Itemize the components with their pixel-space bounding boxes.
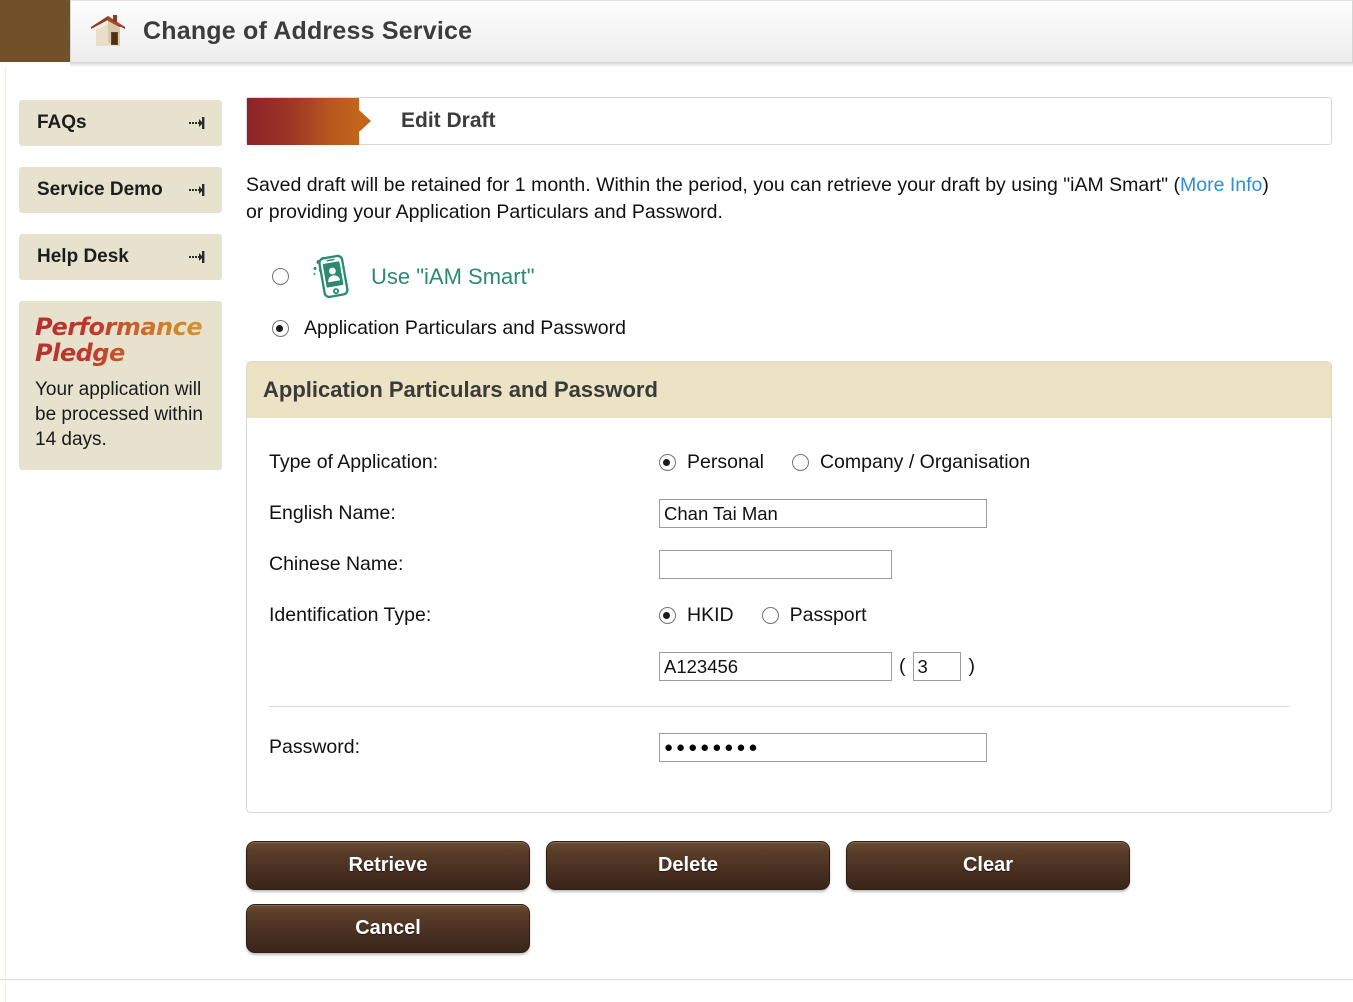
retrieval-option-label: Application Particulars and Password	[304, 317, 626, 340]
option-label: Personal	[687, 451, 764, 474]
pledge-title-line-1: Performance	[35, 313, 203, 341]
type-of-application-value: Personal Company / Organisation	[659, 451, 1058, 474]
radio-company-organisation[interactable]	[791, 454, 809, 472]
header-brand-block	[0, 0, 70, 62]
expand-arrow-icon	[188, 248, 208, 266]
pledge-title-line-2: Pledge	[35, 338, 125, 367]
option-hkid[interactable]: HKID	[659, 604, 734, 627]
password-label: Password:	[269, 736, 361, 759]
radio-hkid[interactable]	[659, 607, 676, 625]
radio-app-particulars[interactable]	[272, 320, 289, 338]
main-content: Edit Draft Saved draft will be retained …	[246, 97, 1332, 953]
performance-pledge-title: Performance Pledge	[35, 315, 206, 367]
panel-header: Application Particulars and Password	[247, 361, 1331, 418]
panel-title: Application Particulars and Password	[263, 376, 658, 402]
field-row-identification-type: Identification Type: HKID Passport	[269, 595, 1309, 637]
id-check-digit-input[interactable]	[912, 652, 961, 682]
option-label: HKID	[687, 604, 734, 627]
option-label: Company / Organisation	[819, 451, 1031, 474]
clear-button[interactable]: Clear	[846, 840, 1130, 890]
retrieve-button[interactable]: Retrieve	[246, 840, 530, 890]
page-title: Edit Draft	[401, 109, 496, 132]
radio-iam-smart[interactable]	[272, 268, 289, 286]
option-passport[interactable]: Passport	[761, 604, 867, 627]
retrieval-option-app-particulars[interactable]: Application Particulars and Password	[246, 312, 1332, 346]
field-row-chinese-name: Chinese Name:	[269, 544, 1309, 586]
header-title-bar: Change of Address Service	[70, 0, 1353, 62]
more-info-link[interactable]: More Info	[1180, 174, 1262, 196]
retrieval-option-label: Use "iAM Smart"	[371, 263, 535, 289]
chinese-name-input[interactable]	[659, 550, 892, 580]
sidebar-item-label: FAQs	[37, 112, 87, 133]
action-button-row-primary: Retrieve Delete Clear	[246, 840, 1332, 890]
type-of-application-label: Type of Application:	[269, 451, 439, 474]
option-personal[interactable]: Personal	[659, 451, 764, 474]
app-header: Change of Address Service	[0, 0, 1353, 62]
panel-body: Type of Application: Personal Company / …	[247, 418, 1331, 812]
option-label: Passport	[789, 604, 867, 627]
sidebar-item-label: Help Desk	[37, 246, 129, 267]
chinese-name-label: Chinese Name:	[269, 553, 404, 576]
paren-close: )	[968, 655, 976, 678]
identification-type-value: HKID Passport	[659, 604, 895, 627]
paren-open: (	[899, 655, 906, 678]
performance-pledge-text: Your application will be processed withi…	[35, 378, 203, 450]
radio-personal[interactable]	[659, 454, 676, 472]
password-input[interactable]: ●●●●●●●●	[659, 733, 987, 763]
app-title: Change of Address Service	[143, 17, 473, 45]
section-divider	[269, 705, 1289, 707]
delete-button[interactable]: Delete	[546, 840, 830, 890]
performance-pledge-box: Performance Pledge Your application will…	[19, 301, 222, 471]
radio-passport[interactable]	[761, 607, 779, 625]
id-number-input[interactable]	[659, 652, 892, 682]
intro-paragraph: Saved draft will be retained for 1 month…	[246, 172, 1286, 226]
english-name-label: English Name:	[269, 502, 396, 525]
field-row-type-of-application: Type of Application: Personal Company / …	[269, 442, 1309, 484]
sidebar-item-label: Service Demo	[37, 179, 163, 200]
expand-arrow-icon	[188, 181, 208, 199]
sidebar: FAQs Service Demo Help Desk Performance …	[19, 100, 222, 471]
identification-type-label: Identification Type:	[269, 604, 432, 627]
page-body: FAQs Service Demo Help Desk Performance …	[0, 67, 1353, 1002]
banner-flag-decoration	[247, 98, 371, 145]
action-button-row-secondary: Cancel	[246, 903, 1332, 953]
english-name-input[interactable]	[659, 499, 987, 529]
option-company-organisation[interactable]: Company / Organisation	[791, 451, 1031, 474]
cancel-button[interactable]: Cancel	[246, 903, 530, 953]
application-particulars-panel: Application Particulars and Password Typ…	[246, 360, 1332, 813]
edit-draft-banner: Edit Draft	[246, 97, 1332, 145]
sidebar-item-service-demo[interactable]: Service Demo	[19, 167, 222, 213]
sidebar-item-faqs[interactable]: FAQs	[19, 100, 222, 146]
house-icon	[87, 12, 129, 52]
field-row-identification-number: ( )	[269, 646, 1309, 688]
iam-smart-phone-icon	[311, 253, 355, 301]
sidebar-item-help-desk[interactable]: Help Desk	[19, 234, 222, 280]
field-row-password: Password: ●●●●●●●●	[269, 727, 1309, 769]
intro-text-part-1: Saved draft will be retained for 1 month…	[246, 174, 1181, 196]
field-row-english-name: English Name:	[269, 493, 1309, 535]
footer-divider	[0, 979, 1353, 980]
page-left-rail	[0, 67, 6, 1002]
retrieval-option-iam-smart[interactable]: Use "iAM Smart"	[246, 248, 1332, 306]
expand-arrow-icon	[188, 114, 208, 132]
password-masked-value: ●●●●●●●●	[664, 739, 761, 757]
